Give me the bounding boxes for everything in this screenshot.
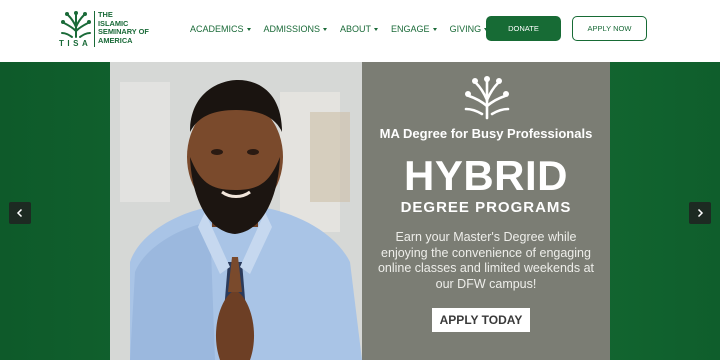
carousel-next-button[interactable]	[689, 202, 711, 224]
apply-today-button[interactable]: APPLY TODAY	[432, 308, 530, 332]
hero-text-panel: MA Degree for Busy Professionals HYBRID …	[362, 62, 610, 360]
logo-name: THE ISLAMIC SEMINARY OF AMERICA	[98, 10, 158, 45]
chevron-right-icon	[697, 208, 704, 218]
logo-divider	[94, 11, 95, 47]
tree-logo-icon	[464, 76, 510, 120]
caret-down-icon	[323, 27, 328, 31]
nav-item-label: ENGAGE	[391, 24, 430, 34]
site-logo[interactable]: TISA THE ISLAMIC SEMINARY OF AMERICA	[58, 9, 158, 51]
hero-headline: HYBRID	[403, 152, 568, 199]
nav-item-academics[interactable]: ACADEMICS	[190, 22, 251, 36]
caret-down-icon	[432, 27, 437, 31]
hero-slide[interactable]: MA Degree for Busy Professionals HYBRID …	[110, 62, 610, 360]
hero-body-text: Earn your Master's Degree while enjoying…	[377, 230, 595, 291]
nav-item-label: GIVING	[449, 24, 482, 34]
caret-down-icon	[246, 27, 251, 31]
site-header: TISA THE ISLAMIC SEMINARY OF AMERICA ACA…	[0, 0, 720, 62]
nav-item-admissions[interactable]: ADMISSIONS	[264, 22, 328, 36]
hero-photo	[110, 62, 362, 360]
nav-item-engage[interactable]: ENGAGE	[391, 22, 437, 36]
student-photo-illustration	[110, 62, 362, 360]
nav-item-label: ABOUT	[340, 24, 372, 34]
logo-acronym: TISA	[59, 39, 92, 48]
nav-item-label: ACADEMICS	[190, 24, 244, 34]
nav-item-about[interactable]: ABOUT	[340, 22, 379, 36]
hero-headline-sub: DEGREE PROGRAMS	[400, 199, 572, 216]
nav-item-giving[interactable]: GIVING	[450, 22, 489, 36]
logo-name-line: AMERICA	[98, 35, 133, 45]
main-nav: ACADEMICS ADMISSIONS ABOUT ENGAGE GIVING	[190, 22, 501, 36]
hero-carousel: MA Degree for Busy Professionals HYBRID …	[0, 62, 720, 360]
apply-now-button[interactable]: APPLY NOW	[572, 16, 647, 41]
hero-subtitle: MA Degree for Busy Professionals	[379, 126, 593, 141]
carousel-prev-button[interactable]	[9, 202, 31, 224]
chevron-left-icon	[16, 208, 23, 218]
caret-down-icon	[374, 27, 379, 31]
nav-item-label: ADMISSIONS	[263, 24, 321, 34]
donate-button[interactable]: DONATE	[486, 16, 561, 41]
